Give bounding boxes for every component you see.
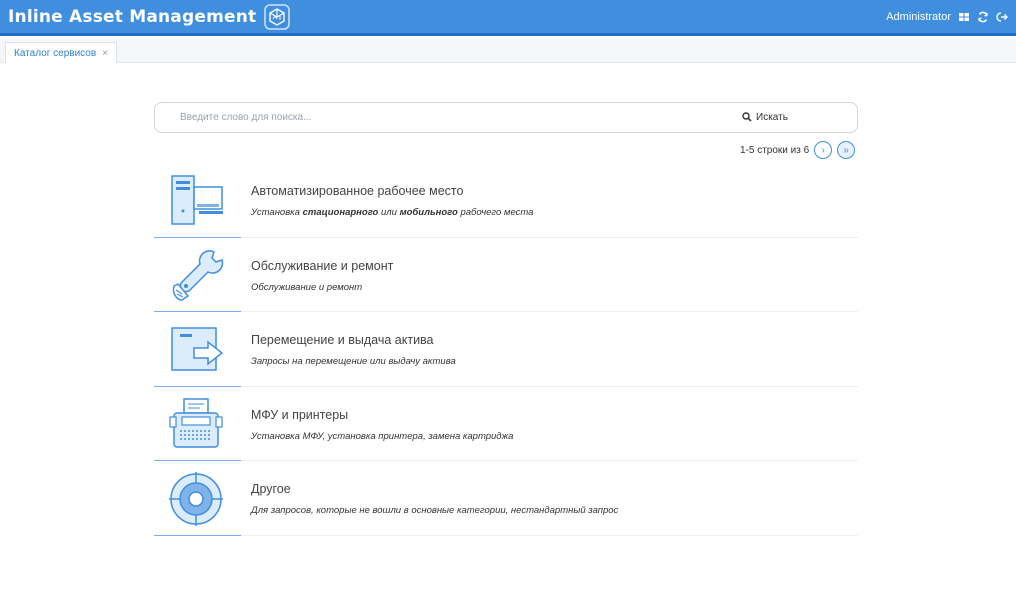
top-bar: Inline Asset Management Administrator [0,0,1016,36]
grid-icon[interactable] [958,11,970,23]
service-title: Перемещение и выдача актива [251,333,434,347]
tab-label: Каталог сервисов [14,47,97,59]
service-desc: Установка МФУ, установка принтера, замен… [251,430,514,442]
pager-next-button[interactable]: › [814,141,833,159]
pager: 1-5 строки из 6 › » [740,141,856,159]
service-list: Автоматизированное рабочее место Установ… [154,163,858,536]
service-desc: Запросы на перемещение или выдачу актива [251,356,456,367]
transfer-icon [171,327,224,371]
pager-range: 1-5 строки из 6 [740,144,810,156]
search-input[interactable] [156,104,716,131]
tab-bar: Каталог сервисов × [0,39,1016,63]
service-desc: Обслуживание и ремонт [251,281,363,293]
search-icon [742,112,752,122]
target-icon [169,472,223,526]
list-item[interactable]: МФУ и принтеры Установка МФУ, установка … [154,387,858,461]
list-item[interactable]: Другое Для запросов, которые не вошли в … [154,461,858,536]
tab-service-catalog[interactable]: Каталог сервисов × [5,42,117,63]
list-item[interactable]: Перемещение и выдача актива Запросы на п… [154,312,858,387]
service-title: МФУ и принтеры [251,407,349,422]
user-name[interactable]: Administrator [886,11,951,23]
refresh-icon[interactable] [977,11,989,23]
app-logo-icon [264,3,291,30]
printer-icon [169,397,223,448]
brand: Inline Asset Management [8,3,291,30]
pager-last-button[interactable]: » [837,141,856,159]
user-area: Administrator [886,11,1008,23]
logout-icon[interactable] [996,11,1008,23]
app-title: Inline Asset Management [8,6,257,27]
service-desc: Установка стационарного или мобильного р… [251,207,534,218]
list-item[interactable]: Обслуживание и ремонт Обслуживание и рем… [154,238,858,312]
close-icon[interactable]: × [102,48,108,59]
workstation-icon [171,175,223,225]
wrench-icon [172,249,224,301]
list-item[interactable]: Автоматизированное рабочее место Установ… [154,163,858,238]
search-button-label: Искать [756,111,788,123]
service-title: Обслуживание и ремонт [251,258,394,273]
service-title: Автоматизированное рабочее место [251,184,464,198]
service-desc: Для запросов, которые не вошли в основны… [251,505,619,516]
search-button[interactable]: Искать [742,109,788,125]
service-title: Другое [251,482,291,496]
